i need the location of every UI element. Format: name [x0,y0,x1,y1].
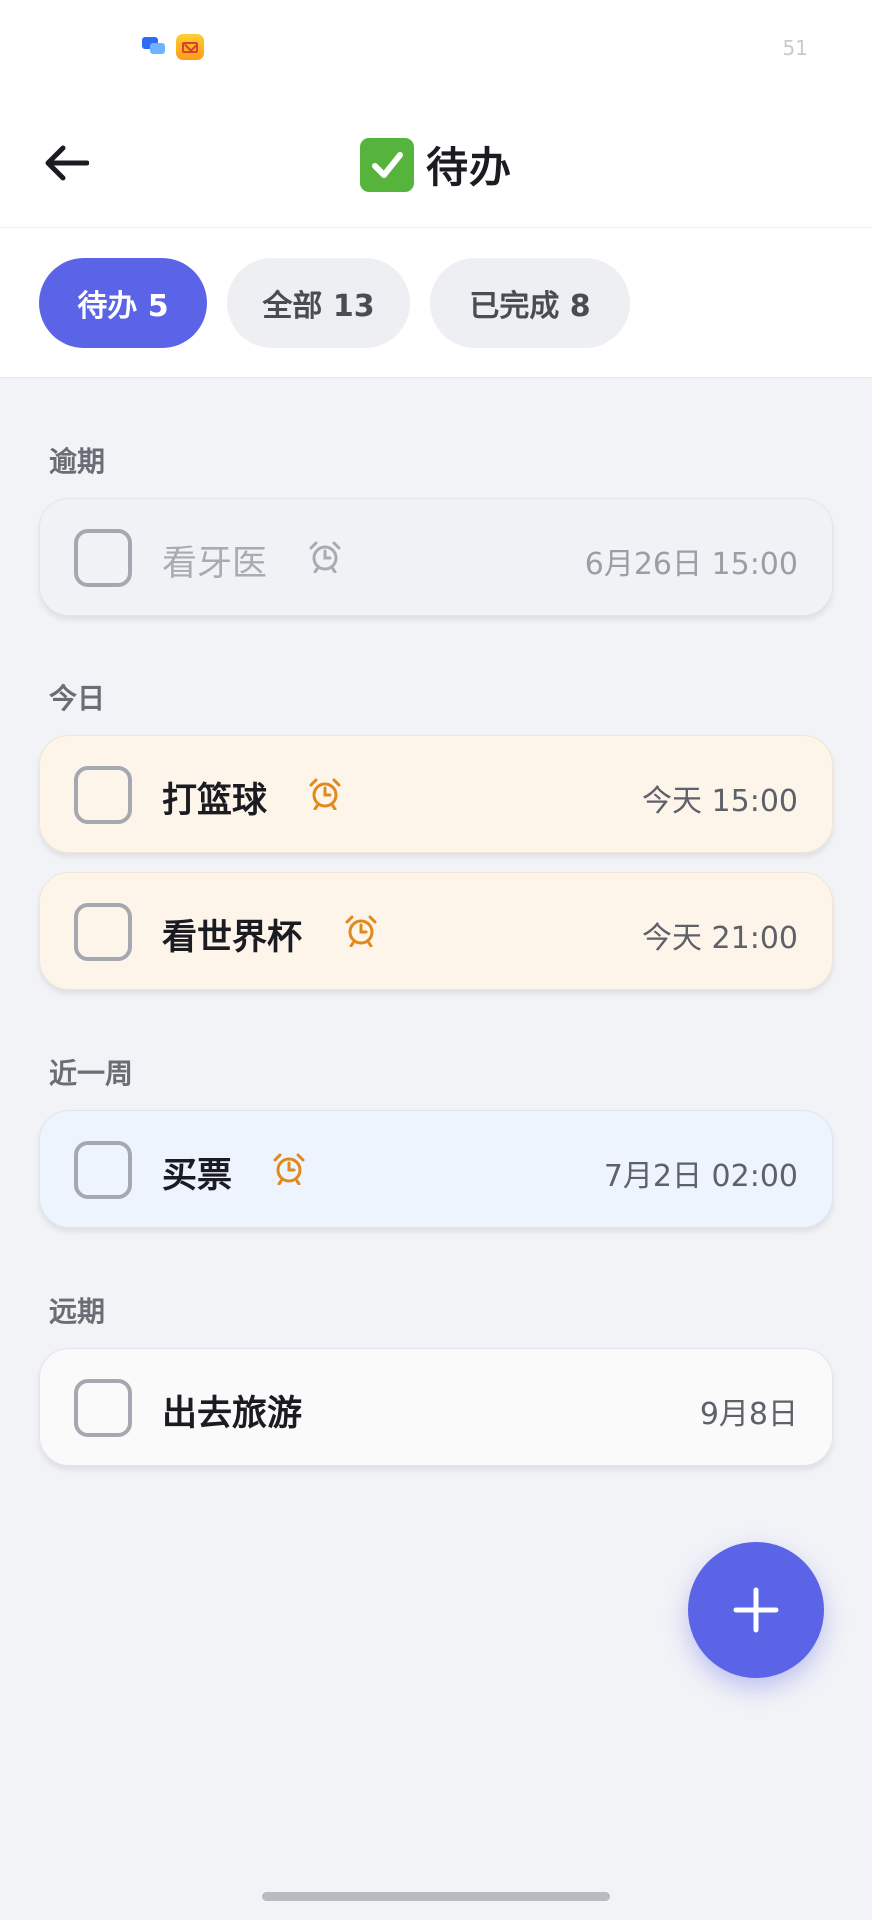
alarm-clock-icon [273,1153,305,1185]
task-checkbox[interactable] [74,1141,132,1199]
task-checkbox[interactable] [74,903,132,961]
task-due-time: 9月8日 [699,1397,798,1432]
task-card[interactable]: 买票 7月2日 02:00 [39,1110,833,1228]
add-task-button[interactable] [688,1542,824,1678]
filter-tabs: 待办 5 全部 13 已完成 8 [0,228,872,378]
app-header: 待办 [0,96,872,228]
task-card[interactable]: 打篮球 今天 15:00 [39,735,833,853]
alarm-clock-icon [345,915,377,947]
page-title: 待办 [0,134,872,195]
task-checkbox[interactable] [74,1379,132,1437]
task-title: 打篮球 [162,781,268,821]
task-due-time: 今天 21:00 [642,921,798,956]
home-indicator[interactable] [262,1892,610,1901]
tab-all[interactable]: 全部 13 [227,258,410,348]
section-label-later: 远期 [49,1295,106,1328]
task-title: 买票 [162,1156,233,1196]
plus-icon [733,1587,779,1633]
task-card[interactable]: 看牙医 6月26日 15:00 [39,498,833,616]
check-mark-button-icon [359,137,414,192]
task-card[interactable]: 看世界杯 今天 21:00 [39,872,833,990]
task-checkbox[interactable] [74,766,132,824]
section-label-overdue: 逾期 [49,445,106,478]
task-due-time: 今天 15:00 [642,784,798,819]
alarm-clock-icon [309,778,341,810]
task-due-time: 7月2日 02:00 [603,1159,798,1194]
tab-completed[interactable]: 已完成 8 [430,258,630,348]
task-checkbox[interactable] [74,529,132,587]
task-title: 看牙医 [162,544,268,584]
section-label-today: 今日 [49,682,106,715]
mail-notification-icon [176,34,204,60]
task-card[interactable]: 出去旅游 9月8日 [39,1348,833,1466]
task-due-time: 6月26日 15:00 [584,547,798,582]
battery-level: 51 [782,36,808,60]
task-title: 看世界杯 [162,918,303,958]
alarm-clock-icon [309,541,341,573]
page-title-text: 待办 [425,143,512,192]
tab-pending[interactable]: 待办 5 [39,258,207,348]
task-title: 出去旅游 [162,1394,303,1434]
chat-notification-icon [140,34,168,60]
section-label-week: 近一周 [49,1057,134,1090]
status-bar: 51 [0,0,872,96]
